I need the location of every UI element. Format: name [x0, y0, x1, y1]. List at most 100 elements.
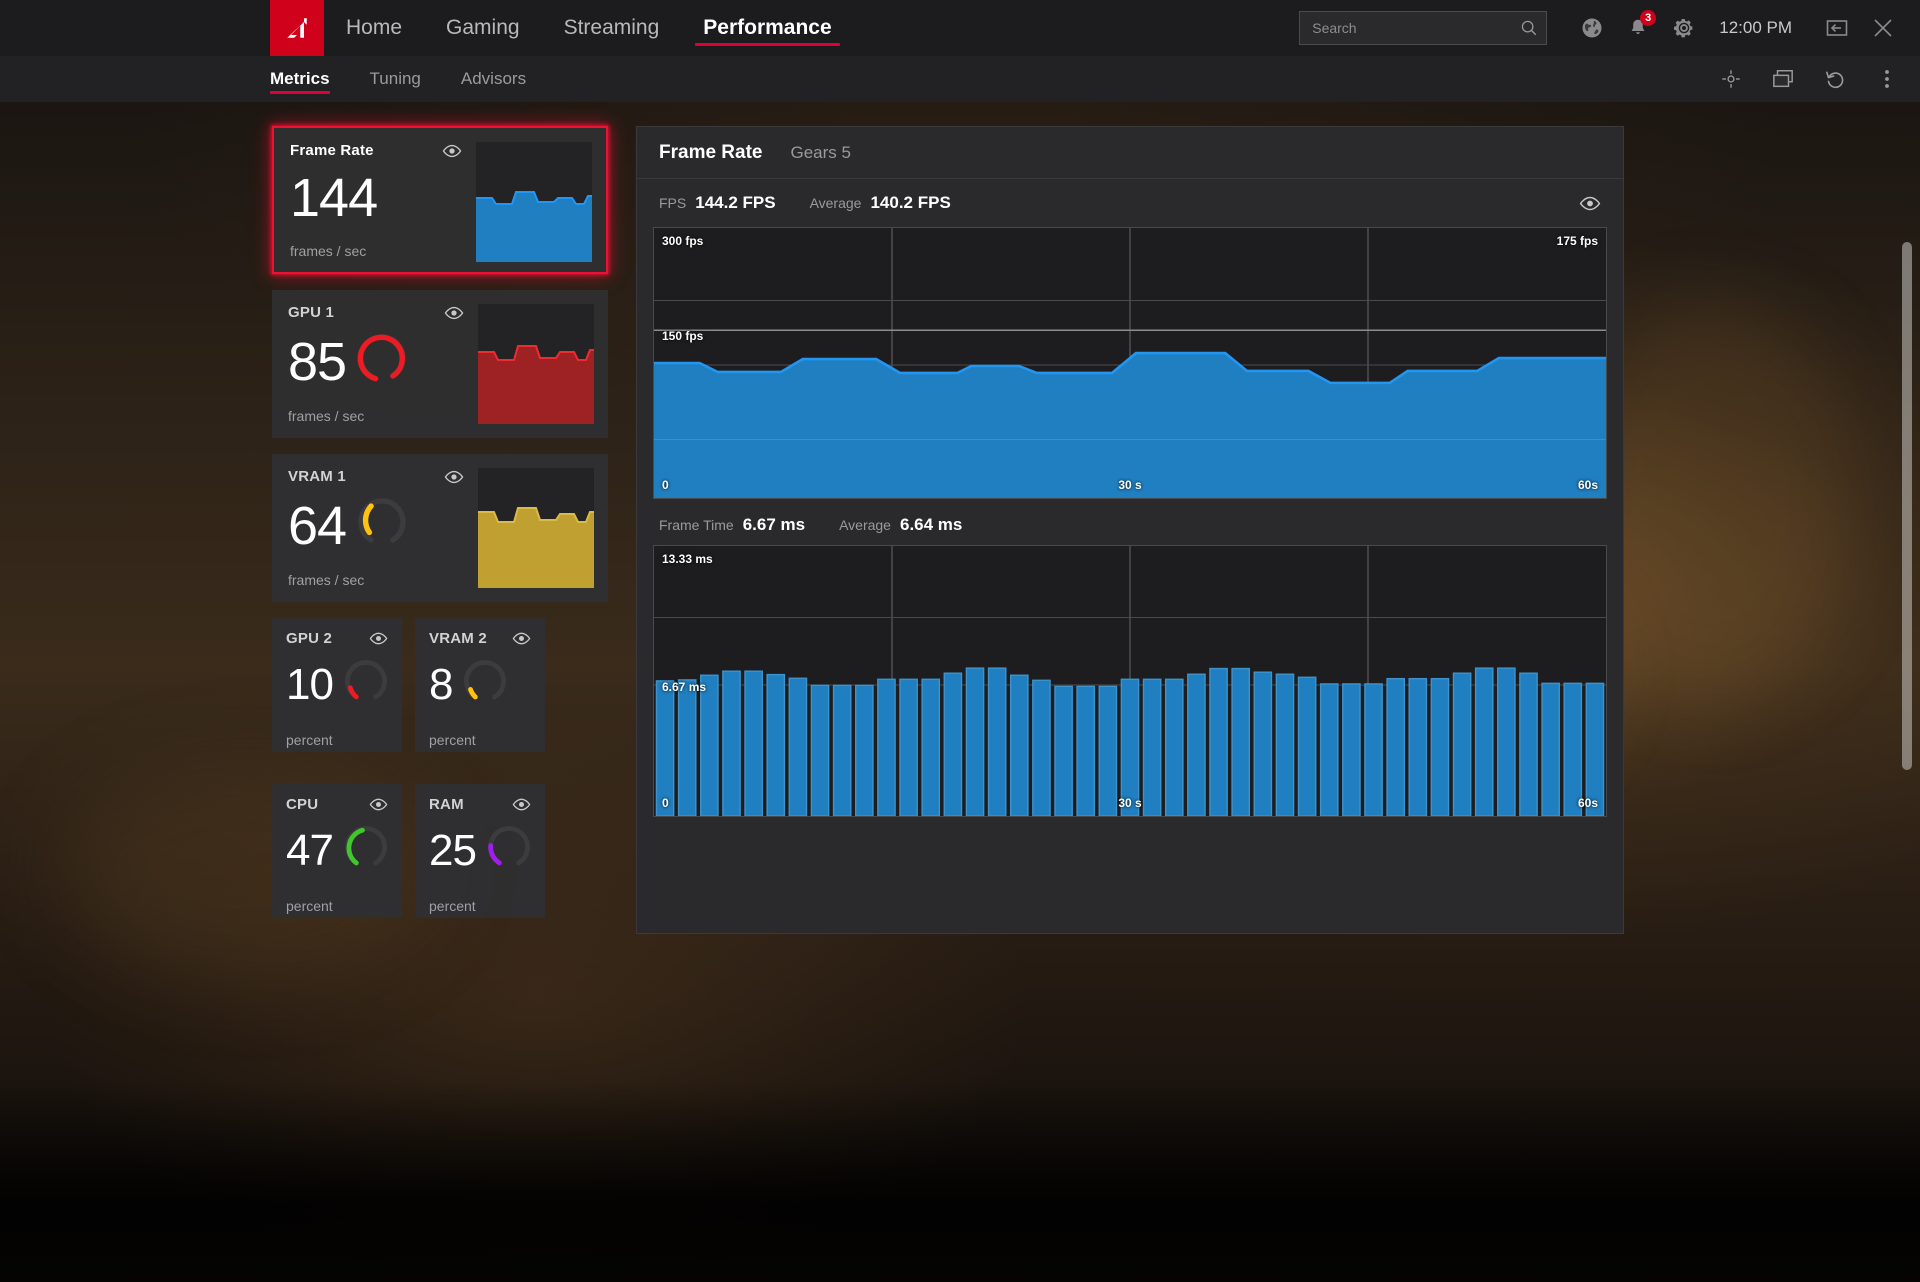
- metric-cards-column: Frame Rate 144 frames / sec: [272, 126, 608, 934]
- metric-card-value-row: 47: [286, 825, 402, 876]
- windows-overlay-icon: [1771, 68, 1795, 90]
- frame-time-bar: [878, 679, 895, 816]
- fps-label: FPS: [659, 195, 686, 211]
- metric-card-gpu-1[interactable]: GPU 1 85 frame: [272, 290, 608, 438]
- fps-chart-wrap: 300 fps 175 fps 150 fps 0 30 s 60s: [637, 227, 1623, 499]
- close-button[interactable]: [1860, 5, 1906, 51]
- frame-time-bar: [789, 678, 806, 816]
- metrics-content: Frame Rate 144 frames / sec: [0, 102, 1920, 934]
- eye-icon[interactable]: [369, 798, 388, 811]
- tab-tuning[interactable]: Tuning: [370, 56, 421, 102]
- metric-card-body: Frame Rate 144 frames / sec: [274, 128, 476, 272]
- crosshair-icon: [1720, 68, 1742, 90]
- crosshair-button[interactable]: [1716, 64, 1746, 94]
- metric-card-unit: frames / sec: [288, 390, 478, 424]
- metric-card-gpu-2[interactable]: GPU 2 10: [272, 618, 402, 752]
- more-options-icon: [1884, 68, 1890, 90]
- frame-time-bar: [1166, 679, 1183, 816]
- metric-gauge-vram-2: [462, 659, 508, 710]
- frame-time-bar: [1232, 669, 1249, 816]
- frame-time-bar: [1011, 675, 1028, 816]
- metric-card-vram-2[interactable]: VRAM 2 8: [415, 618, 545, 752]
- eye-icon[interactable]: [1579, 196, 1601, 211]
- fps-area-chart[interactable]: 300 fps 175 fps 150 fps 0 30 s 60s: [653, 227, 1607, 499]
- metric-card-header: GPU 2: [286, 630, 402, 647]
- panel-title: Frame Rate: [659, 142, 763, 164]
- metric-card-title: VRAM 2: [429, 630, 487, 647]
- metric-card-value-row: 64: [288, 497, 478, 554]
- frame-time-bar: [723, 671, 740, 816]
- globe-button[interactable]: [1569, 5, 1615, 51]
- reset-button[interactable]: [1820, 64, 1850, 94]
- metric-card-title: VRAM 1: [288, 468, 346, 485]
- frame-time-value: 6.67 ms: [743, 515, 805, 535]
- frame-time-bar: [701, 675, 718, 816]
- amd-logo[interactable]: [270, 0, 324, 56]
- notifications-button[interactable]: 3: [1615, 5, 1661, 51]
- eye-icon[interactable]: [444, 470, 464, 484]
- frame-time-bar: [1276, 674, 1293, 816]
- clock: 12:00 PM: [1719, 18, 1792, 38]
- frame-time-bar: [1564, 683, 1581, 816]
- search-input[interactable]: [1312, 20, 1520, 36]
- frame-time-bar: [1210, 669, 1227, 816]
- metric-card-unit: percent: [429, 710, 545, 748]
- overlay-window-button[interactable]: [1768, 64, 1798, 94]
- tab-advisors[interactable]: Advisors: [461, 56, 526, 102]
- tab-metrics[interactable]: Metrics: [270, 56, 330, 102]
- main-nav-links: Home Gaming Streaming Performance: [324, 0, 854, 56]
- panel-game-name: Gears 5: [791, 143, 851, 163]
- close-icon: [1872, 17, 1894, 39]
- frame-time-bar: [1586, 683, 1603, 816]
- nav-item-gaming[interactable]: Gaming: [424, 0, 542, 56]
- gear-icon: [1672, 16, 1696, 40]
- metric-card-unit: frames / sec: [288, 554, 478, 588]
- metric-sparkline-vram-1: [478, 468, 594, 588]
- fps-average-value: 140.2 FPS: [870, 193, 950, 213]
- metric-card-value: 85: [288, 335, 346, 389]
- metric-card-body: RAM 25: [415, 784, 545, 918]
- metric-card-title: CPU: [286, 796, 318, 813]
- frame-time-bar: [1144, 679, 1161, 816]
- metric-card-body: VRAM 1 64 fram: [272, 454, 478, 602]
- eye-icon[interactable]: [369, 632, 388, 645]
- frame-time-bar: [1077, 686, 1094, 816]
- eye-icon[interactable]: [442, 144, 462, 158]
- frame-time-label: Frame Time: [659, 517, 734, 533]
- frame-time-bar: [989, 668, 1006, 816]
- metric-card-value: 47: [286, 829, 333, 873]
- vertical-scrollbar[interactable]: [1902, 242, 1912, 770]
- nav-item-home[interactable]: Home: [324, 0, 424, 56]
- frame-time-bar: [656, 681, 673, 816]
- metric-card-vram-1[interactable]: VRAM 1 64 fram: [272, 454, 608, 602]
- frame-time-bar: [944, 673, 961, 816]
- metric-card-unit: frames / sec: [290, 225, 476, 259]
- fps-value: 144.2 FPS: [695, 193, 775, 213]
- small-cards-row-1: GPU 2 10: [272, 618, 608, 768]
- eye-icon[interactable]: [512, 798, 531, 811]
- metric-card-ram[interactable]: RAM 25: [415, 784, 545, 918]
- nav-item-performance[interactable]: Performance: [681, 0, 853, 56]
- metric-card-unit: percent: [286, 710, 402, 748]
- metric-card-frame-rate[interactable]: Frame Rate 144 frames / sec: [272, 126, 608, 274]
- frame-time-bar: [745, 671, 762, 816]
- metric-card-cpu[interactable]: CPU 47: [272, 784, 402, 918]
- notification-badge: 3: [1640, 10, 1656, 26]
- settings-button[interactable]: [1661, 5, 1707, 51]
- metric-card-header: VRAM 2: [429, 630, 545, 647]
- more-options-button[interactable]: [1872, 64, 1902, 94]
- metric-card-title: Frame Rate: [290, 142, 374, 159]
- nav-item-streaming[interactable]: Streaming: [542, 0, 682, 56]
- collapse-panel-icon: [1825, 18, 1849, 38]
- metric-gauge-gpu-2: [343, 659, 389, 710]
- reset-icon: [1824, 68, 1847, 91]
- metric-card-body: CPU 47: [272, 784, 402, 918]
- search-box[interactable]: [1299, 11, 1547, 45]
- metric-card-value-row: 8: [429, 659, 545, 710]
- collapse-panel-button[interactable]: [1814, 5, 1860, 51]
- frame-time-bar: [1055, 686, 1072, 816]
- frame-time-bar-chart[interactable]: 13.33 ms 6.67 ms 0 30 s 60s: [653, 545, 1607, 817]
- eye-icon[interactable]: [512, 632, 531, 645]
- eye-icon[interactable]: [444, 306, 464, 320]
- frame-time-bar: [1409, 679, 1426, 816]
